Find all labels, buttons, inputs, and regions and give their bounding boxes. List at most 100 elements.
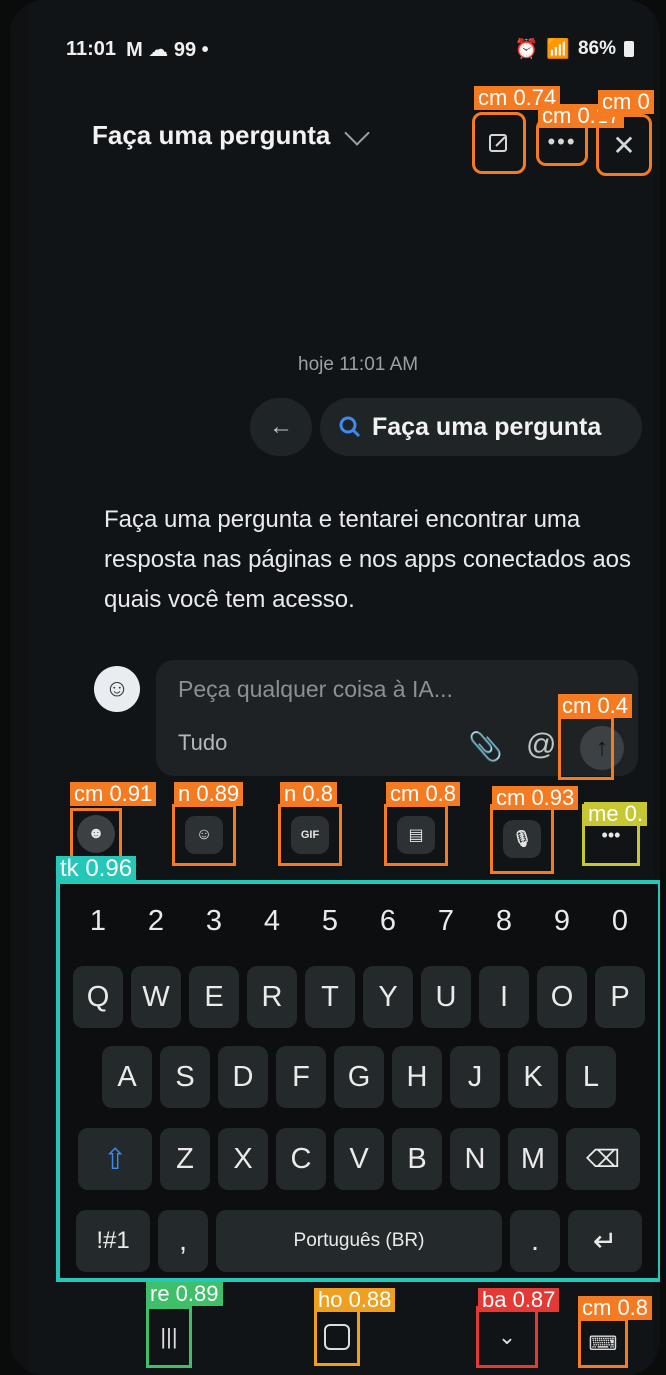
emoji-button[interactable]: ☺ — [172, 804, 236, 866]
query-chip-label: Faça uma pergunta — [372, 412, 602, 441]
search-icon — [339, 416, 361, 438]
emoji-face-button[interactable]: ☻ — [70, 808, 122, 860]
key-3[interactable]: 3 — [189, 896, 239, 946]
battery-label: 86% — [577, 38, 616, 59]
wifi-icon: 📶 — [546, 39, 570, 60]
backspace-icon: ⌫ — [586, 1145, 620, 1173]
key-b[interactable]: B — [392, 1128, 442, 1190]
emoji-icon: ☺ — [185, 816, 223, 854]
assistant-avatar: ☺ — [94, 666, 140, 712]
key-8[interactable]: 8 — [479, 896, 529, 946]
page-title[interactable]: Faça uma pergunta — [92, 120, 330, 151]
letter-row-3: ⇧ Z X C V B N M ⌫ — [60, 1128, 658, 1190]
key-e[interactable]: E — [189, 966, 239, 1028]
key-v[interactable]: V — [334, 1128, 384, 1190]
edit-button[interactable] — [472, 112, 526, 174]
key-5[interactable]: 5 — [305, 896, 355, 946]
annotation-label: cm 0.4 — [558, 694, 633, 718]
key-p[interactable]: P — [595, 966, 645, 1028]
key-6[interactable]: 6 — [363, 896, 413, 946]
letter-row-1: Q W E R T Y U I O P — [60, 966, 658, 1028]
key-x[interactable]: X — [218, 1128, 268, 1190]
arrow-left-icon: ← — [269, 413, 293, 440]
home-icon — [324, 1324, 350, 1350]
key-4[interactable]: 4 — [247, 896, 297, 946]
query-chip[interactable]: Faça uma pergunta — [320, 398, 642, 456]
space-key[interactable]: Português (BR) — [216, 1210, 502, 1272]
close-button[interactable]: ✕ — [596, 114, 652, 176]
backspace-key[interactable]: ⌫ — [566, 1128, 640, 1190]
key-0[interactable]: 0 — [595, 896, 645, 946]
status-bar: 11:01 M ☁ 99 • ⏰ 📶 86% — [66, 34, 634, 64]
key-l[interactable]: L — [566, 1046, 616, 1108]
annotation-label: cm 0.91 — [70, 782, 157, 806]
key-c[interactable]: C — [276, 1128, 326, 1190]
back-nav-button[interactable]: ⌄ — [476, 1306, 538, 1368]
key-i[interactable]: I — [479, 966, 529, 1028]
key-t[interactable]: T — [305, 966, 355, 1028]
navigation-bar: ||| ⌄ ⌨ re 0.89 ho 0.88 ba 0.87 cm 0.8 — [28, 1282, 654, 1375]
annotation-label: cm 0.8 — [386, 782, 461, 806]
key-1[interactable]: 1 — [73, 896, 123, 946]
key-2[interactable]: 2 — [131, 896, 181, 946]
key-o[interactable]: O — [537, 966, 587, 1028]
gif-button[interactable]: GIF — [278, 804, 342, 866]
voice-input-button[interactable]: 🎙 — [490, 804, 554, 874]
shift-key[interactable]: ⇧ — [78, 1128, 152, 1190]
key-r[interactable]: R — [247, 966, 297, 1028]
keyboard-icon: ⌨ — [588, 1332, 618, 1355]
shift-icon: ⇧ — [102, 1143, 128, 1176]
back-button[interactable]: ← — [250, 398, 312, 456]
more-icon: ••• — [547, 129, 577, 154]
enter-icon: ↵ — [592, 1225, 618, 1258]
key-y[interactable]: Y — [363, 966, 413, 1028]
key-j[interactable]: J — [450, 1046, 500, 1108]
key-z[interactable]: Z — [160, 1128, 210, 1190]
key-s[interactable]: S — [160, 1046, 210, 1108]
key-k[interactable]: K — [508, 1046, 558, 1108]
annotation-label: ho 0.88 — [314, 1288, 396, 1312]
edit-icon — [489, 134, 507, 152]
comma-key[interactable]: , — [158, 1210, 208, 1272]
home-button[interactable] — [314, 1308, 360, 1366]
key-w[interactable]: W — [131, 966, 181, 1028]
key-7[interactable]: 7 — [421, 896, 471, 946]
attach-icon[interactable]: 📎 — [468, 730, 503, 763]
key-d[interactable]: D — [218, 1046, 268, 1108]
chevron-down-icon: ⌄ — [497, 1324, 517, 1349]
bottom-row: !#1 , Português (BR) . ↵ — [60, 1210, 658, 1272]
microphone-icon: 🎙 — [503, 820, 541, 858]
clipboard-icon: ▤ — [397, 816, 435, 854]
chevron-down-icon[interactable] — [344, 120, 370, 146]
annotation-label: cm 0 — [598, 90, 654, 114]
scope-selector[interactable]: Tudo — [178, 730, 227, 756]
message-input[interactable]: Peça qualquer coisa à IA... — [178, 676, 453, 703]
more-icon: ••• — [601, 824, 621, 845]
notification-icons: M ☁ 99 • — [126, 38, 209, 61]
key-q[interactable]: Q — [73, 966, 123, 1028]
status-time: 11:01 — [66, 37, 117, 60]
key-m[interactable]: M — [508, 1128, 558, 1190]
recents-button[interactable]: ||| — [146, 1306, 192, 1368]
annotation-label: me 0. — [584, 802, 648, 826]
annotation-label: re 0.89 — [146, 1282, 223, 1306]
key-9[interactable]: 9 — [537, 896, 587, 946]
mention-icon[interactable]: @ — [526, 728, 556, 762]
ai-face-icon: ☺ — [104, 675, 130, 702]
period-key[interactable]: . — [510, 1210, 560, 1272]
clipboard-button[interactable]: ▤ — [384, 804, 448, 866]
annotation-label: ba 0.87 — [478, 1288, 560, 1312]
symbols-key[interactable]: !#1 — [76, 1210, 150, 1272]
smile-icon: ☻ — [77, 815, 115, 853]
enter-key[interactable]: ↵ — [568, 1210, 642, 1272]
assistant-message: Faça uma pergunta e tentarei encontrar u… — [104, 506, 632, 613]
key-n[interactable]: N — [450, 1128, 500, 1190]
annotation-label: cm 0.8 — [578, 1296, 653, 1320]
key-g[interactable]: G — [334, 1046, 384, 1108]
annotation-label: cm 0.93 — [492, 786, 579, 810]
keyboard-switch-button[interactable]: ⌨ — [578, 1318, 628, 1368]
key-u[interactable]: U — [421, 966, 471, 1028]
key-f[interactable]: F — [276, 1046, 326, 1108]
key-h[interactable]: H — [392, 1046, 442, 1108]
key-a[interactable]: A — [102, 1046, 152, 1108]
